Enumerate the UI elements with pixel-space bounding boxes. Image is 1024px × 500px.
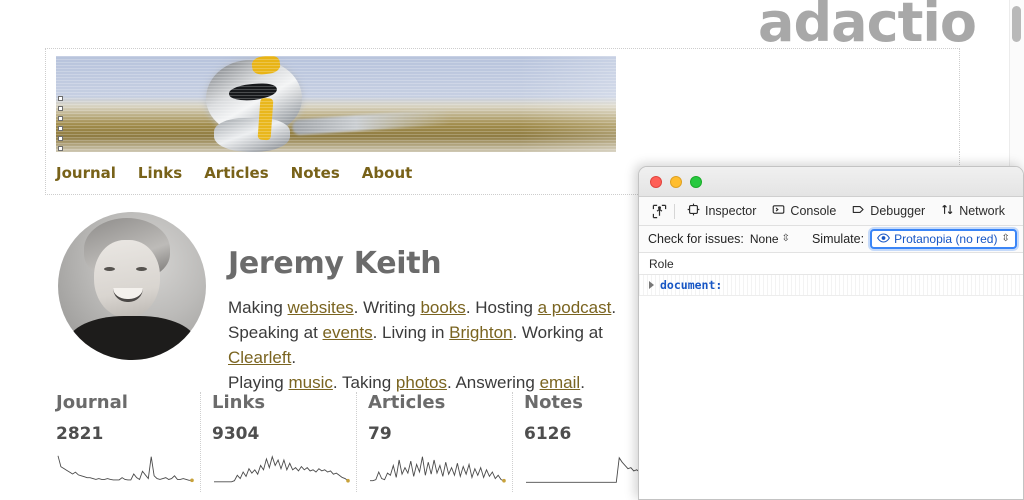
banner [56, 56, 946, 152]
simulate-label: Simulate: [812, 232, 864, 246]
zoom-button[interactable] [690, 176, 702, 188]
sparkline-articles [368, 452, 508, 486]
tab-network[interactable]: Network [933, 197, 1013, 225]
banner-fade-overlay [56, 56, 946, 152]
accessibility-toolbar: Check for issues: None ⇳ Simulate: Prota… [639, 226, 1023, 253]
tab-label: Network [959, 204, 1005, 218]
simulate-select[interactable]: Protanopia (no red) ⇳ [870, 229, 1017, 249]
devtools-toolbar: Inspector Console Debugger [639, 197, 1023, 226]
bio-text: . Living in [373, 323, 450, 342]
stepper-icon: ⇳ [1001, 234, 1009, 244]
bio-link-podcast[interactable]: a podcast [538, 298, 612, 317]
banner-bullet-marks [58, 96, 63, 152]
bio-text: . [611, 298, 616, 317]
bio-text: . Writing [354, 298, 421, 317]
bio-text: . [580, 373, 585, 392]
stat-links[interactable]: Links 9304 [201, 392, 357, 492]
bio-line-2: Speaking at events. Living in Brighton. … [228, 320, 665, 370]
toolbar-divider [674, 204, 675, 219]
nav-item-articles[interactable]: Articles [204, 164, 268, 182]
avatar-face-shape [94, 240, 160, 318]
page-title: Jeremy Keith [228, 246, 665, 281]
bullet-mark [58, 146, 63, 151]
check-for-issues-value: None [750, 232, 779, 246]
bullet-mark [58, 106, 63, 111]
bio-link-music[interactable]: music [288, 373, 332, 392]
chevron-right-icon[interactable] [649, 281, 654, 289]
bio-text: Speaking at [228, 323, 323, 342]
check-for-issues-select[interactable]: None ⇳ [750, 232, 790, 246]
minimize-button[interactable] [670, 176, 682, 188]
console-icon [772, 203, 785, 219]
bio-link-brighton[interactable]: Brighton [449, 323, 512, 342]
stat-count: 2821 [56, 424, 200, 444]
avatar-torso-shape [68, 316, 196, 360]
stat-journal[interactable]: Journal 2821 [45, 392, 201, 492]
bio-link-photos[interactable]: photos [396, 373, 447, 392]
stat-count: 79 [368, 424, 512, 444]
avatar-left-eye-shape [104, 267, 115, 271]
bio-block: Jeremy Keith Making websites. Writing bo… [228, 212, 665, 395]
tree-node-label: document: [660, 278, 722, 292]
sparkline-journal [56, 452, 196, 486]
bullet-mark [58, 96, 63, 101]
tab-label: Console [790, 204, 836, 218]
stat-label: Articles [368, 392, 512, 413]
bio-link-websites[interactable]: websites [288, 298, 354, 317]
bio-text: Making [228, 298, 288, 317]
tree-column-header: Role [639, 253, 1023, 275]
stat-articles[interactable]: Articles 79 [357, 392, 513, 492]
bio-text: . Taking [333, 373, 396, 392]
bullet-mark [58, 126, 63, 131]
nav-item-links[interactable]: Links [138, 164, 182, 182]
close-button[interactable] [650, 176, 662, 188]
tab-inspector[interactable]: Inspector [679, 197, 764, 225]
sparkline-links [212, 452, 352, 486]
eye-icon [877, 232, 890, 246]
site-logo[interactable]: adactio [758, 0, 976, 50]
tab-console[interactable]: Console [764, 197, 844, 225]
accessibility-tree-body [639, 296, 1023, 500]
avatar-right-eye-shape [136, 267, 147, 271]
network-icon [941, 203, 954, 219]
bio-link-books[interactable]: books [420, 298, 465, 317]
profile-section: Jeremy Keith Making websites. Writing bo… [45, 212, 665, 395]
stepper-icon: ⇳ [782, 234, 790, 244]
bio-line-1: Making websites. Writing books. Hosting … [228, 295, 665, 320]
stat-label: Journal [56, 392, 200, 413]
debugger-icon [852, 203, 865, 219]
element-picker-icon[interactable] [648, 200, 670, 222]
stat-count: 9304 [212, 424, 356, 444]
nav-item-notes[interactable]: Notes [291, 164, 340, 182]
banner-container [45, 48, 960, 152]
screenshot-root: adactio [0, 0, 1024, 500]
page-scrollbar-thumb[interactable] [1012, 6, 1021, 42]
bio-text: . Answering [447, 373, 540, 392]
inspector-icon [687, 203, 700, 219]
bio-text: . Working at [512, 323, 602, 342]
bullet-mark [58, 136, 63, 141]
bullet-mark [58, 116, 63, 121]
tab-debugger[interactable]: Debugger [844, 197, 933, 225]
simulate-value: Protanopia (no red) [894, 232, 997, 246]
devtools-titlebar [639, 167, 1023, 197]
check-for-issues-label: Check for issues: [648, 232, 744, 246]
bio-text: . [291, 348, 296, 367]
bio-link-clearleft[interactable]: Clearleft [228, 348, 291, 367]
nav-item-about[interactable]: About [362, 164, 413, 182]
accessibility-tree-root-row[interactable]: document: [639, 275, 1023, 296]
bio-link-events[interactable]: events [323, 323, 373, 342]
bio-text: . Hosting [466, 298, 538, 317]
nav-item-journal[interactable]: Journal [56, 164, 116, 182]
column-header-role: Role [649, 257, 674, 271]
tab-label: Debugger [870, 204, 925, 218]
avatar [58, 212, 206, 360]
bio-link-email[interactable]: email [540, 373, 581, 392]
devtools-window: Inspector Console Debugger [638, 166, 1024, 500]
bio-text: Playing [228, 373, 288, 392]
tab-label: Inspector [705, 204, 756, 218]
stat-label: Links [212, 392, 356, 413]
